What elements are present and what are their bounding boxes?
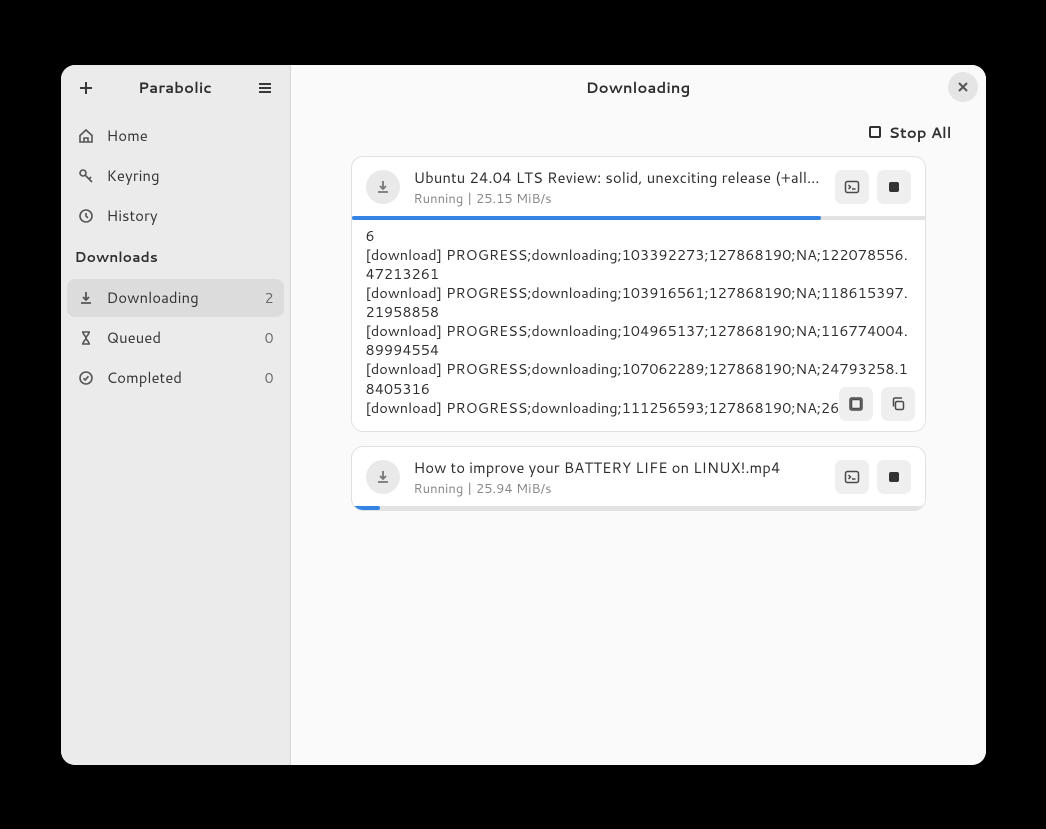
stop-all-label: Stop All <box>889 122 952 143</box>
sidebar-item-downloading[interactable]: Downloading 2 <box>67 279 284 317</box>
download-log: 6 [download] PROGRESS;downloading;103392… <box>352 220 925 431</box>
toggle-log-button[interactable] <box>835 170 869 204</box>
sidebar-item-label: Queued <box>107 327 253 348</box>
log-line: 6 <box>366 226 911 245</box>
sidebar-item-count: 0 <box>265 328 274 348</box>
sidebar: Parabolic Home Keyring <box>61 65 291 765</box>
sidebar-item-home[interactable]: Home <box>67 117 284 155</box>
download-status: Running | 25.94 MiB/s <box>414 480 821 498</box>
sidebar-item-label: Keyring <box>107 165 274 186</box>
check-circle-icon <box>77 369 95 387</box>
terminal-icon <box>844 469 860 485</box>
download-status: Running | 25.15 MiB/s <box>414 190 821 208</box>
hamburger-icon <box>257 80 273 96</box>
stop-icon <box>889 472 899 482</box>
stop-download-button[interactable] <box>877 170 911 204</box>
download-header[interactable]: Ubuntu 24.04 LTS Review: solid, unexciti… <box>352 157 925 216</box>
toggle-log-button[interactable] <box>835 460 869 494</box>
page-title: Downloading <box>586 77 691 98</box>
plus-icon <box>78 80 94 96</box>
download-avatar <box>366 170 400 204</box>
copy-log-button[interactable] <box>881 387 915 421</box>
close-button[interactable] <box>948 72 978 102</box>
stop-download-button[interactable] <box>877 460 911 494</box>
sidebar-item-completed[interactable]: Completed 0 <box>67 359 284 397</box>
log-line: [download] PROGRESS;downloading;10496513… <box>366 321 911 359</box>
toolbar: Stop All <box>291 111 986 156</box>
download-progress-fill <box>352 506 381 510</box>
scroll-bottom-button[interactable] <box>839 387 873 421</box>
download-meta: How to improve your BATTERY LIFE on LINU… <box>414 457 821 498</box>
download-meta: Ubuntu 24.04 LTS Review: solid, unexciti… <box>414 167 821 208</box>
app-title: Parabolic <box>103 77 248 98</box>
download-title: How to improve your BATTERY LIFE on LINU… <box>414 457 821 478</box>
download-title: Ubuntu 24.04 LTS Review: solid, unexciti… <box>414 167 821 188</box>
copy-icon <box>890 396 906 412</box>
add-download-button[interactable] <box>69 71 103 105</box>
download-icon <box>375 469 391 485</box>
stop-all-button[interactable]: Stop All <box>861 117 960 148</box>
download-card: How to improve your BATTERY LIFE on LINU… <box>351 446 926 511</box>
log-line: [download] PROGRESS;downloading;10706228… <box>366 359 911 397</box>
app-window: Parabolic Home Keyring <box>61 65 986 765</box>
stop-icon <box>889 182 899 192</box>
scroll-bottom-icon <box>848 396 864 412</box>
log-line: [download] PROGRESS;downloading;11125659… <box>366 398 911 417</box>
sidebar-item-count: 2 <box>265 288 274 308</box>
sidebar-item-label: Downloading <box>107 287 253 308</box>
download-progress <box>352 506 925 510</box>
sidebar-item-keyring[interactable]: Keyring <box>67 157 284 195</box>
terminal-icon <box>844 179 860 195</box>
download-list: Ubuntu 24.04 LTS Review: solid, unexciti… <box>291 156 986 531</box>
sidebar-item-history[interactable]: History <box>67 197 284 235</box>
log-line: [download] PROGRESS;downloading;10391656… <box>366 283 911 321</box>
sidebar-item-label: Completed <box>107 367 253 388</box>
download-header[interactable]: How to improve your BATTERY LIFE on LINU… <box>352 447 925 506</box>
home-icon <box>77 127 95 145</box>
download-avatar <box>366 460 400 494</box>
history-icon <box>77 207 95 225</box>
stop-icon <box>869 126 881 138</box>
download-card: Ubuntu 24.04 LTS Review: solid, unexciti… <box>351 156 926 432</box>
sidebar-header: Parabolic <box>61 65 290 111</box>
log-line: [download] PROGRESS;downloading;10339227… <box>366 245 911 283</box>
sidebar-item-queued[interactable]: Queued 0 <box>67 319 284 357</box>
content-header: Downloading <box>291 65 986 111</box>
download-icon <box>77 289 95 307</box>
key-icon <box>77 167 95 185</box>
downloads-section-title: Downloads <box>61 237 290 273</box>
hourglass-icon <box>77 329 95 347</box>
sidebar-item-count: 0 <box>265 368 274 388</box>
main-menu-button[interactable] <box>248 71 282 105</box>
sidebar-item-label: Home <box>107 125 274 146</box>
sidebar-item-label: History <box>107 205 274 226</box>
download-icon <box>375 179 391 195</box>
close-icon <box>957 81 969 93</box>
content-pane: Downloading Stop All Ubuntu 24.04 LTS Re… <box>291 65 986 765</box>
